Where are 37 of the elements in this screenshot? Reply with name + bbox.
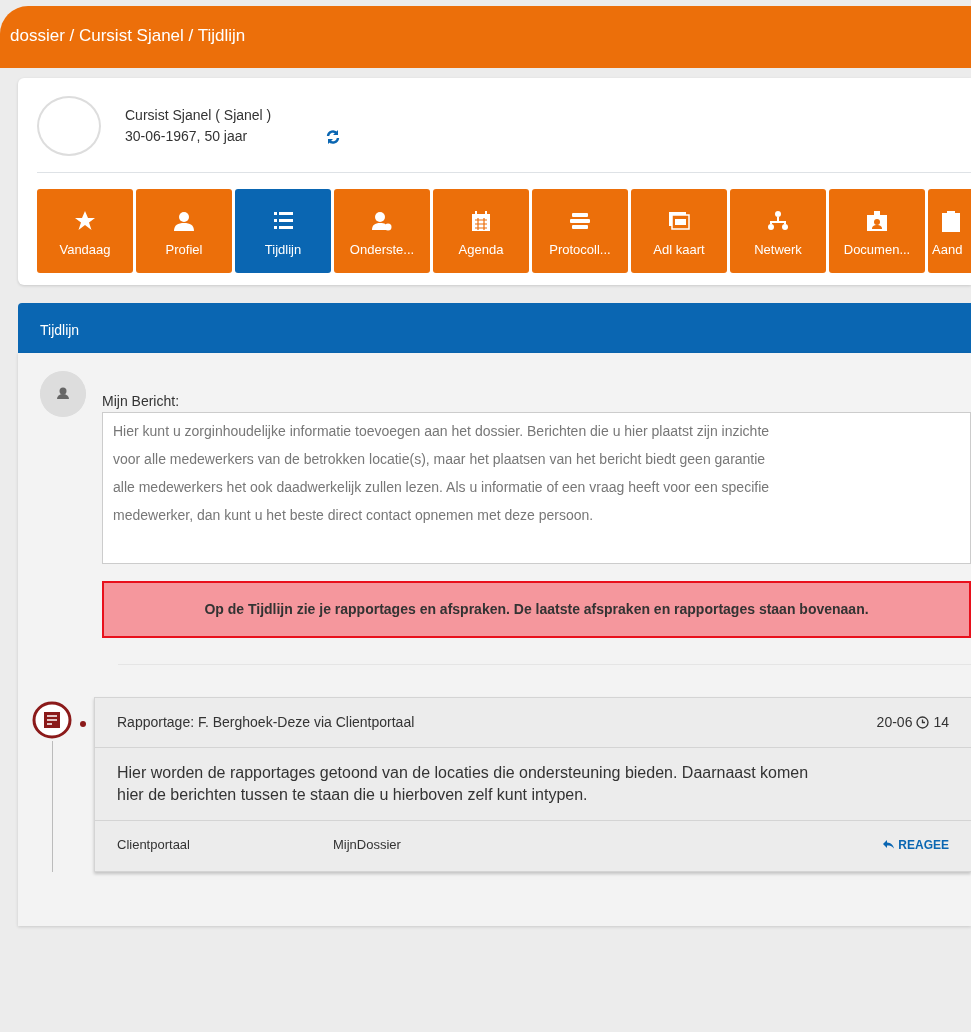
star-icon [74,209,96,232]
entry-time: 14 [933,713,949,732]
report-icon [32,701,72,739]
id-badge-icon [866,209,888,232]
nav-tab[interactable]: Aand [928,189,971,273]
nav-tab[interactable]: Vandaag [37,189,133,273]
person-icon [173,209,195,232]
nav-tab[interactable]: Adl kaart [631,189,727,273]
message-label: Mijn Bericht: [102,392,181,411]
nav-tab[interactable]: Protocoll... [532,189,628,273]
timeline-dot-icon [80,721,86,727]
card-icon [668,209,690,232]
info-alert: Op de Tijdlijn zie je rapportages en afspraken. De laatste afspraken en rapportages staan bovenaan. [102,581,971,638]
breadcrumb: dossier / Cursist Sjanel / Tijdlijn [0,6,971,68]
entry-date: 20-06 [876,713,913,732]
reply-icon [883,840,895,850]
entry-source: Clientportaal [117,836,191,854]
nav-tab[interactable]: Netwerk [730,189,826,273]
nav-tab[interactable]: Agenda [433,189,529,273]
nav-tab[interactable]: Documen... [829,189,925,273]
nav-tab[interactable]: Profiel [136,189,232,273]
refresh-icon[interactable] [325,129,342,144]
client-name: Cursist Sjanel ( Sjanel ) [125,106,273,125]
list-icon [272,209,294,232]
entry-title: Rapportage: F. Berghoek-Deze via Clientportaal [117,713,415,732]
nav-tab[interactable]: Tijdlijn [235,189,331,273]
entry-text: Hier worden de rapportages getoond van de locaties die ondersteuning bieden. Daarnaast komen hier de berichten tussen te staan die u hierboven zelf kunt intypen. [95,748,971,821]
network-icon [767,209,789,232]
reply-button[interactable]: REAGEE [883,835,949,854]
clock-icon [916,716,930,729]
calendar-icon [470,209,492,232]
entry-channel: MijnDossier [333,836,401,854]
panel-title: Tijdlijn [18,303,971,353]
client-birthdate: 30-06-1967, 50 jaar [125,127,248,146]
clipboard-icon [940,209,962,232]
message-field[interactable]: Hier kunt u zorginhoudelijke informatie toevoegen aan het dossier. Berichten die u hier plaatst zijn inzichte voor alle medewerkers van de betrokken locatie(s), maar het plaatsen van het bericht biedt geen garantie alle medewerkers het ook daadwerkelijk zullen lezen. Als u informatie of een vraag heeft voor een specifie medewerker, dan kunt u het beste direct contact opnemen met deze persoon. [102,412,971,564]
nav-tab[interactable]: Onderste... [334,189,430,273]
